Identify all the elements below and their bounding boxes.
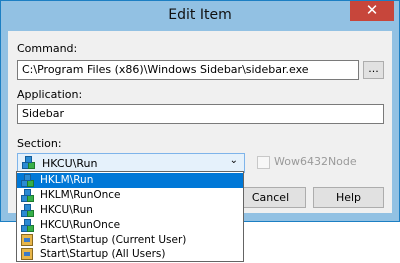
dropdown-item-label: HKLM\Run [40,174,94,186]
wow6432node-label: Wow6432Node [274,155,357,168]
wow6432node-checkbox[interactable] [257,156,270,169]
registry-icon [22,156,35,172]
command-label: Command: [17,42,78,55]
dropdown-item-label: HKLM\RunOnce [40,189,121,201]
dropdown-item-label: Start\Startup (All Users) [40,248,166,260]
dropdown-item-hklm-run[interactable]: HKLM\Run [17,173,243,188]
section-combobox[interactable]: HKCU\Run ⌄ [17,153,245,173]
section-label: Section: [17,137,62,150]
dropdown-item-label: HKCU\Run [40,204,93,216]
help-button[interactable]: Help [313,187,384,208]
chevron-down-icon[interactable]: ⌄ [230,155,238,166]
close-icon: ✕ [365,1,379,19]
browse-button[interactable]: ... [363,61,384,79]
dialog-title: Edit Item [168,7,232,23]
dropdown-item-startup-current-user[interactable]: Start\Startup (Current User) [17,233,243,248]
dropdown-item-startup-all-users[interactable]: Start\Startup (All Users) [17,247,243,262]
close-button[interactable]: ✕ [350,1,394,21]
section-dropdown-list: HKLM\Run HKLM\RunOnce HKCU\Run HKCU\RunO… [16,171,244,262]
dropdown-item-label: HKCU\RunOnce [40,219,121,231]
dropdown-item-hkcu-run[interactable]: HKCU\Run [17,203,243,218]
application-label: Application: [17,88,83,101]
application-field[interactable]: Sidebar [17,104,384,124]
startup-folder-icon [21,248,33,263]
command-field[interactable]: C:\Program Files (x86)\Windows Sidebar\s… [17,60,359,80]
title-bar[interactable]: Edit Item ✕ [1,1,399,31]
dropdown-item-hklm-runonce[interactable]: HKLM\RunOnce [17,188,243,203]
dropdown-item-hkcu-runonce[interactable]: HKCU\RunOnce [17,218,243,233]
cancel-button[interactable]: Cancel [235,187,306,208]
dropdown-item-label: Start\Startup (Current User) [40,234,187,246]
section-selected-value: HKCU\Run [42,157,98,170]
